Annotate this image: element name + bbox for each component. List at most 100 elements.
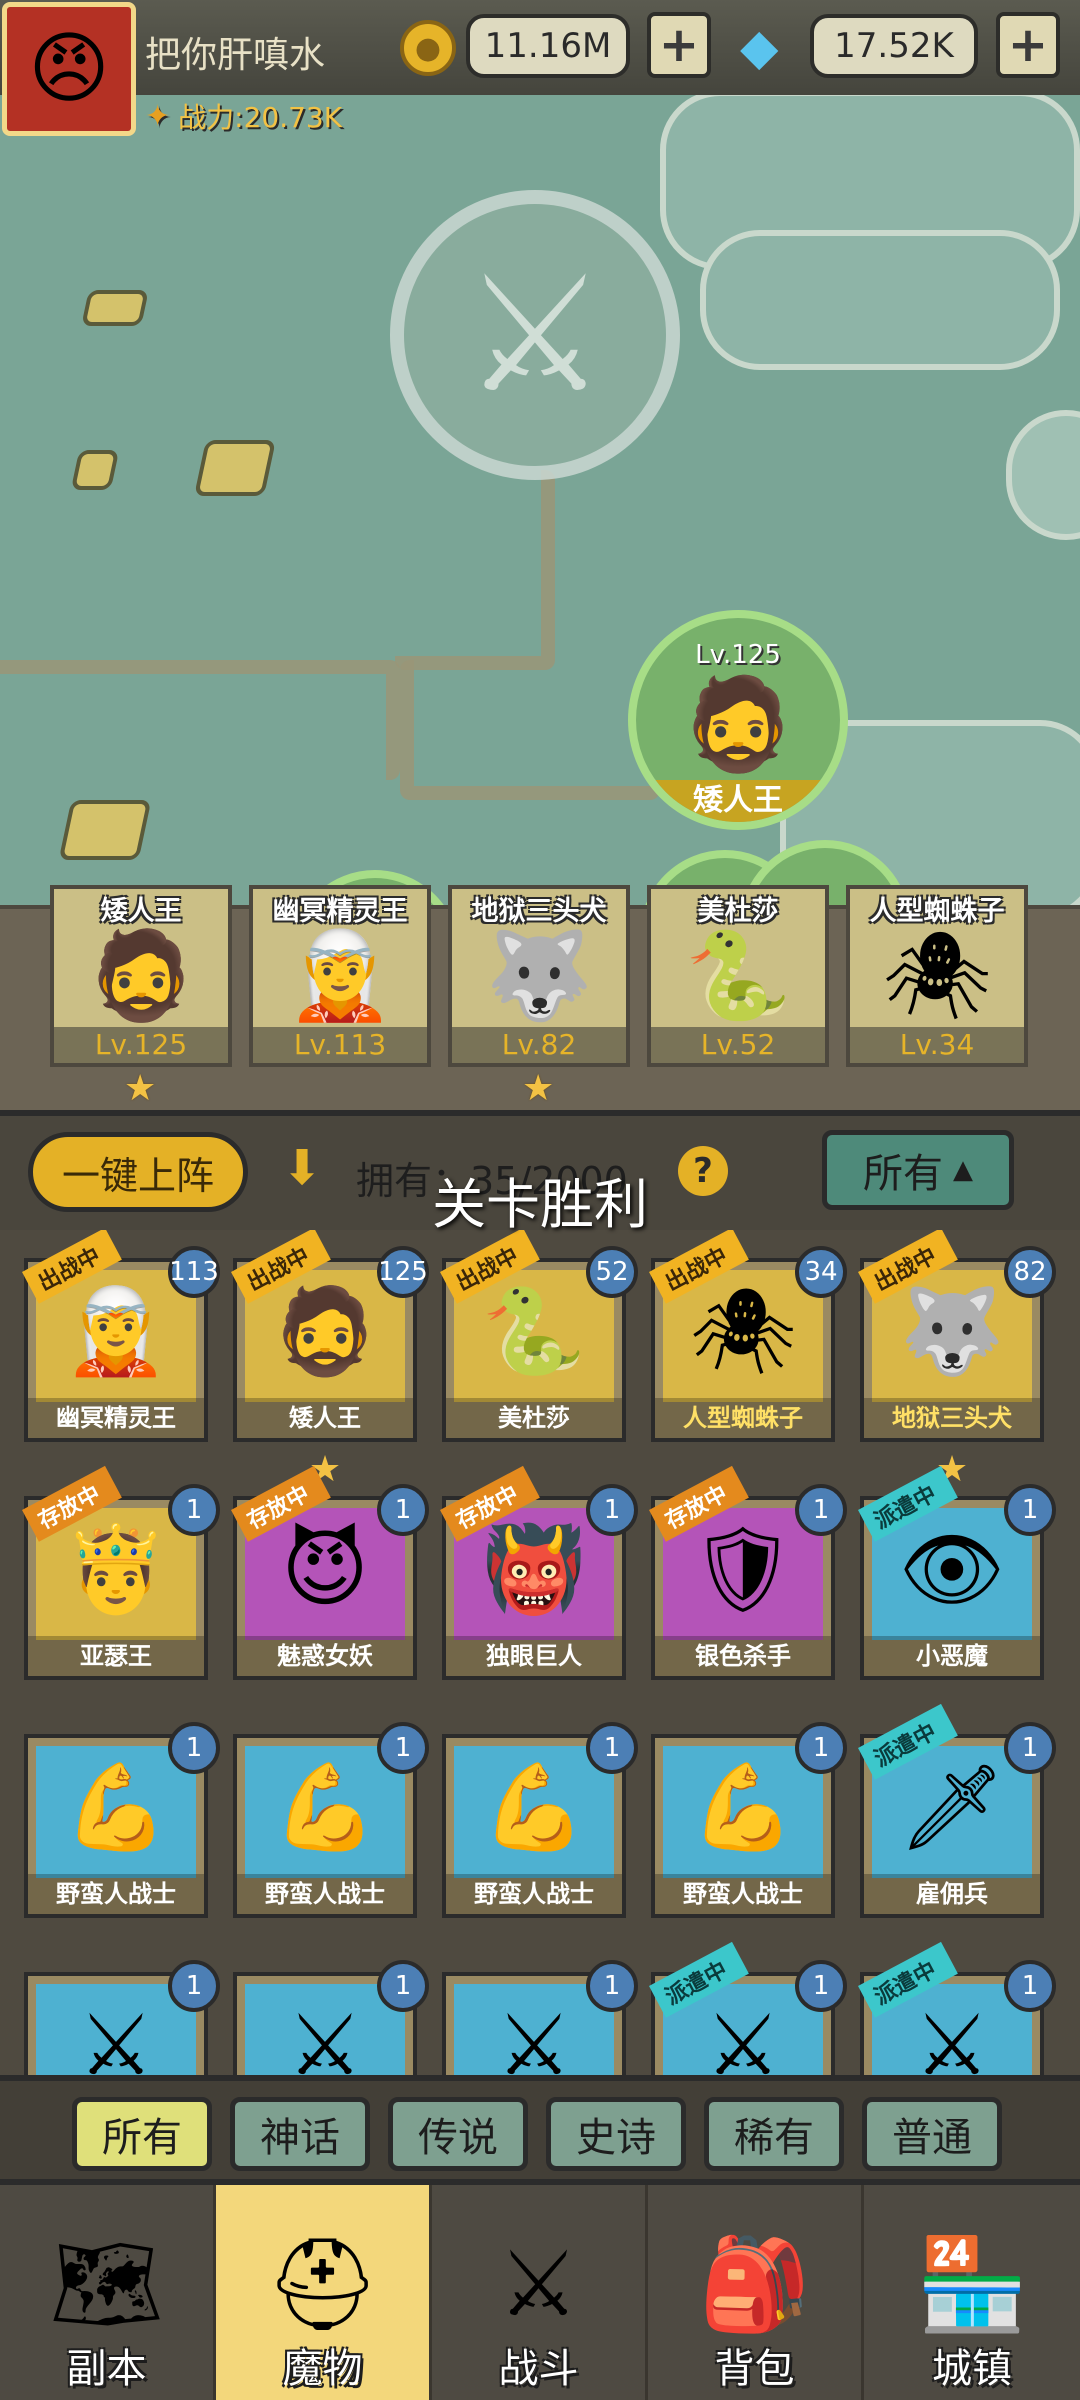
rarity-filter-common[interactable]: 普通	[862, 2097, 1002, 2171]
rarity-filter-legendary[interactable]: 传说	[388, 2097, 528, 2171]
map-scroll-icon: 🗺	[49, 2232, 164, 2337]
monster-card[interactable]: ⚔ 1 派遣中	[649, 1941, 847, 2080]
monster-card[interactable]: 🕷 人型蜘蛛子 34 出战中	[649, 1230, 847, 1442]
cerberus-icon: 🐺	[485, 926, 593, 1026]
monster-level-badge: 1	[1004, 1960, 1056, 2012]
spider-humanoid-icon: 🕷	[882, 926, 992, 1026]
dwarf-king-icon: 🧔	[681, 672, 795, 777]
world-map[interactable]: ⚔ Lv.125 🧔 矮人王	[0, 0, 1080, 930]
boss-stage-node[interactable]: ⚔	[390, 190, 680, 480]
gold-amount: 11.16M	[466, 14, 630, 78]
add-gem-button[interactable]: +	[996, 12, 1060, 78]
monster-card[interactable]: ⚔ 1	[233, 1960, 429, 2080]
tree-cluster	[700, 230, 1060, 370]
monster-name: 小恶魔	[864, 1636, 1040, 1676]
player-avatar[interactable]: 😠	[2, 2, 136, 136]
lineup-slot[interactable]: 矮人王 🧔 Lv.125	[50, 885, 232, 1067]
gold-coin-icon: ●	[400, 20, 456, 76]
stage-name: 矮人王	[636, 780, 840, 822]
lineup-slot[interactable]: 地狱三头犬 🐺 Lv.82	[448, 885, 630, 1067]
diamond-icon: ◆	[740, 18, 779, 76]
rarity-filter-mythic[interactable]: 神话	[230, 2097, 370, 2171]
nav-battle[interactable]: ⚔ 战斗	[432, 2185, 648, 2400]
lineup-name: 幽冥精灵王	[272, 896, 408, 927]
monster-level-badge: 1	[586, 1484, 638, 1536]
lineup-name: 地狱三头犬	[471, 896, 607, 927]
monster-card[interactable]: 🗡 雇佣兵 1 派遣中	[858, 1703, 1056, 1918]
backpack-icon: 🎒	[698, 2232, 811, 2337]
monster-level-badge: 1	[795, 1960, 847, 2012]
monster-card[interactable]: 🛡 银色杀手 1 存放中	[649, 1465, 847, 1680]
monster-card[interactable]: ⚔ 1	[442, 1960, 638, 2080]
monster-name: 美杜莎	[446, 1398, 622, 1438]
monster-card[interactable]: 👹 独眼巨人 1 存放中	[440, 1465, 638, 1680]
monster-grid: 🧝 幽冥精灵王 113 出战中 🧔 矮人王 125 出战中 ★ 🐍 美杜莎 52 出战中 🕷 人型蜘蛛子 34…	[22, 1230, 1056, 2080]
monster-portrait-icon: 🤴	[63, 1520, 169, 1618]
monster-level-badge: 113	[168, 1246, 220, 1298]
current-stage-node[interactable]: Lv.125 🧔 矮人王	[628, 610, 848, 830]
monster-level-badge: 125	[377, 1246, 429, 1298]
monster-card[interactable]: ⚔ 1	[24, 1960, 220, 2080]
monster-level-badge: 34	[795, 1246, 847, 1298]
rarity-filter-epic[interactable]: 史诗	[546, 2097, 686, 2171]
monster-portrait-icon: 💪	[481, 1758, 587, 1856]
monster-portrait-icon: ⚔	[287, 1996, 363, 2080]
lineup-slot[interactable]: 美杜莎 🐍 Lv.52	[647, 885, 829, 1067]
monster-level-badge: 1	[377, 1484, 429, 1536]
monster-name: 独眼巨人	[446, 1636, 622, 1676]
monster-card[interactable]: 🧝 幽冥精灵王 113 出战中	[22, 1230, 220, 1442]
monster-name: 野蛮人战士	[655, 1874, 831, 1914]
add-gold-button[interactable]: +	[647, 12, 711, 78]
monster-level-badge: 1	[1004, 1484, 1056, 1536]
monster-card[interactable]: 💪 野蛮人战士 1	[651, 1722, 847, 1918]
rarity-filter-all[interactable]: 所有	[72, 2097, 212, 2171]
lineup-name: 美杜莎	[697, 896, 779, 927]
monster-portrait-icon: 🕷	[689, 1282, 797, 1380]
gem-amount: 17.52K	[810, 14, 978, 78]
nav-monsters[interactable]: ⛑ 魔物	[216, 2185, 432, 2400]
monster-card[interactable]: ⚔ 1 派遣中	[858, 1941, 1056, 2080]
nav-backpack[interactable]: 🎒 背包	[648, 2185, 864, 2400]
monster-level-badge: 52	[586, 1246, 638, 1298]
monster-card[interactable]: 💪 野蛮人战士 1	[233, 1722, 429, 1918]
monster-name: 地狱三头犬	[864, 1398, 1040, 1438]
monster-level-badge: 1	[168, 1484, 220, 1536]
rarity-filter-bar: 所有 神话 传说 史诗 稀有 普通	[0, 2075, 1080, 2185]
monster-portrait-icon: ⚔	[914, 1996, 990, 2080]
victory-toast: 关卡胜利	[432, 1173, 648, 1236]
monster-name: 魅惑女妖	[237, 1636, 413, 1676]
monster-name: 野蛮人战士	[446, 1874, 622, 1914]
rarity-filter-rare[interactable]: 稀有	[704, 2097, 844, 2171]
side-event-button[interactable]	[1006, 410, 1080, 540]
monster-helmet-icon: ⛑	[265, 2232, 380, 2337]
nav-dungeon[interactable]: 🗺 副本	[0, 2185, 216, 2400]
crossed-swords-icon: ⚔	[463, 241, 607, 428]
town-shop-icon: 🏪	[915, 2232, 1029, 2337]
monster-card[interactable]: 💪 野蛮人战士 1	[442, 1722, 638, 1918]
monster-card[interactable]: 🤴 亚瑟王 1 存放中	[22, 1465, 220, 1680]
monster-grid-area[interactable]: 🧝 幽冥精灵王 113 出战中 🧔 矮人王 125 出战中 ★ 🐍 美杜莎 52 出战中 🕷 人型蜘蛛子 34…	[0, 1230, 1080, 2080]
monster-level-badge: 1	[168, 1722, 220, 1774]
monster-card[interactable]: 🧔 矮人王 125 出战中 ★	[231, 1230, 429, 1490]
monster-name: 野蛮人战士	[28, 1874, 204, 1914]
nav-label: 战斗	[498, 2346, 579, 2392]
monster-portrait-icon: 🗡	[898, 1758, 1006, 1856]
map-island	[81, 290, 149, 326]
power-icon: ✦	[145, 98, 171, 134]
monster-portrait-icon: 👁	[898, 1520, 1006, 1618]
lineup-level: Lv.34	[850, 1027, 1024, 1063]
top-bar: 😠 把你肝嗔水 ● 11.16M + ◆ 17.52K +	[0, 0, 1080, 136]
monster-card[interactable]: 🐺 地狱三头犬 82 出战中 ★	[858, 1230, 1056, 1490]
monster-name: 矮人王	[237, 1398, 413, 1438]
monster-card[interactable]: 💪 野蛮人战士 1	[24, 1722, 220, 1918]
nav-town[interactable]: 🏪 城镇	[864, 2185, 1080, 2400]
monster-portrait-icon: 👹	[481, 1520, 587, 1618]
monster-card[interactable]: 👁 小恶魔 1 派遣中	[858, 1465, 1056, 1680]
monster-level-badge: 1	[168, 1960, 220, 2012]
monster-card[interactable]: 😈 魅惑女妖 1 存放中	[231, 1465, 429, 1680]
map-island	[194, 440, 276, 496]
lineup-slot[interactable]: 人型蜘蛛子 🕷 Lv.34	[846, 885, 1028, 1067]
lineup-slot[interactable]: 幽冥精灵王 🧝 Lv.113	[249, 885, 431, 1067]
monster-portrait-icon: 💪	[272, 1758, 378, 1856]
monster-card[interactable]: 🐍 美杜莎 52 出战中	[440, 1230, 638, 1442]
